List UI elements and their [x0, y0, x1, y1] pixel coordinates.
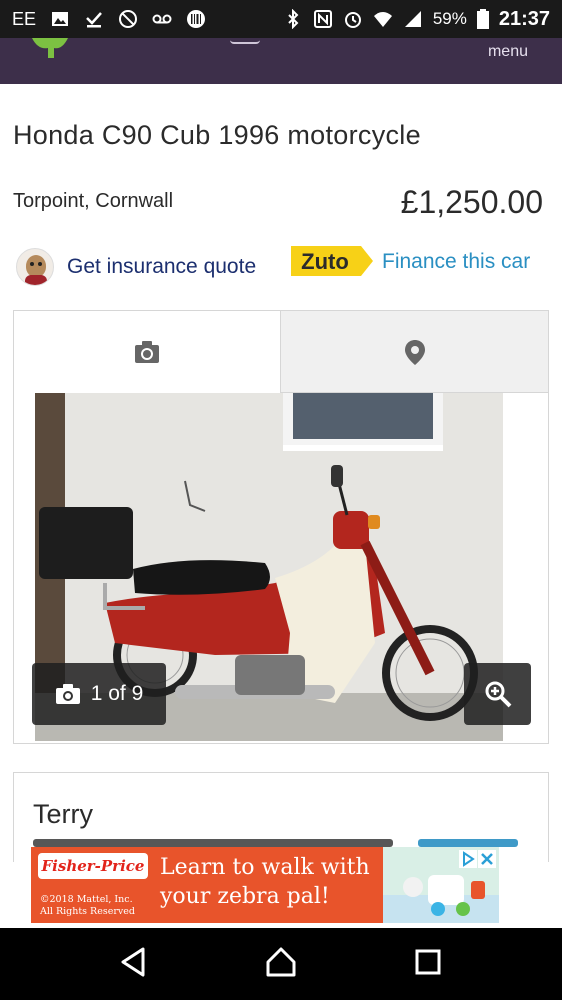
carrier-label: EE [12, 8, 37, 29]
fisher-price-logo: Fisher-Price [38, 853, 148, 879]
back-button[interactable] [117, 945, 151, 984]
ad-choices-icon[interactable] [459, 850, 477, 868]
zoom-in-icon [485, 681, 511, 708]
seller-description-partial [33, 839, 393, 847]
listing-gallery: 1 of 9 [13, 310, 549, 744]
image-notification-icon [50, 9, 70, 29]
app-header: menu [0, 38, 562, 84]
listing-price: £1,250.00 [400, 184, 543, 220]
battery-percent: 59% [432, 9, 467, 28]
listing-location: Torpoint, Cornwall [13, 190, 174, 212]
bluetooth-icon [283, 8, 303, 30]
listing-title: Honda C90 Cub 1996 motorcycle [13, 120, 421, 150]
back-icon [121, 947, 145, 976]
finance-this-car-link[interactable]: Finance this car [382, 250, 530, 274]
zuto-brand-text: Zuto [301, 249, 349, 274]
camera-counter-icon [55, 684, 80, 704]
meerkat-avatar-icon [16, 248, 54, 286]
battery-icon [476, 9, 489, 29]
photo-counter: 1 of 9 [32, 663, 166, 725]
header-icon-partial[interactable] [230, 38, 260, 44]
ad-headline: Learn to walk with your zebra pal! [160, 853, 370, 911]
insurance-quote-label: Get insurance quote [67, 255, 257, 278]
tab-map[interactable] [281, 311, 548, 393]
home-button[interactable] [264, 945, 298, 984]
clock: 21:37 [498, 7, 550, 30]
ad-brand: Fisher-Price [41, 857, 145, 875]
download-done-icon [84, 9, 104, 29]
wifi-icon [373, 9, 393, 29]
ad-copyright-line-1: ©2018 Mattel, Inc. [40, 894, 133, 905]
menu-button[interactable]: menu [488, 43, 528, 61]
globe-blocked-icon [118, 9, 138, 29]
see-all-ads-link-partial[interactable] [418, 839, 518, 847]
insurance-quote-link[interactable]: Get insurance quote [16, 248, 256, 286]
ad-copyright-line-2: All Rights Reserved [40, 906, 135, 917]
photo-counter-label: 1 of 9 [90, 682, 144, 705]
nfc-icon [313, 9, 333, 29]
voicemail-icon [152, 9, 172, 29]
ad-banner[interactable]: Fisher-Price ©2018 Mattel, Inc. All Righ… [31, 847, 499, 923]
ad-copyright: ©2018 Mattel, Inc. All Rights Reserved [40, 894, 135, 918]
site-logo-icon[interactable] [28, 38, 70, 58]
zoom-button[interactable] [464, 663, 531, 725]
ad-headline-line-1: Learn to walk with [160, 855, 370, 880]
signal-icon [403, 9, 423, 29]
map-pin-icon [404, 339, 425, 365]
recents-icon [415, 949, 441, 974]
android-nav-bar [0, 928, 562, 1000]
tab-photos[interactable] [14, 311, 281, 393]
home-icon [266, 947, 296, 976]
camera-icon [135, 341, 159, 363]
status-bar: EE 59% 21:37 [0, 0, 562, 38]
zuto-logo-icon[interactable]: Zuto [291, 246, 373, 276]
recents-button[interactable] [411, 945, 445, 984]
ad-close-icon[interactable] [478, 850, 496, 868]
seller-name: Terry [33, 799, 93, 829]
alarm-icon [343, 9, 363, 29]
ad-headline-line-2: your zebra pal! [160, 884, 330, 909]
barcode-app-icon [186, 9, 206, 29]
